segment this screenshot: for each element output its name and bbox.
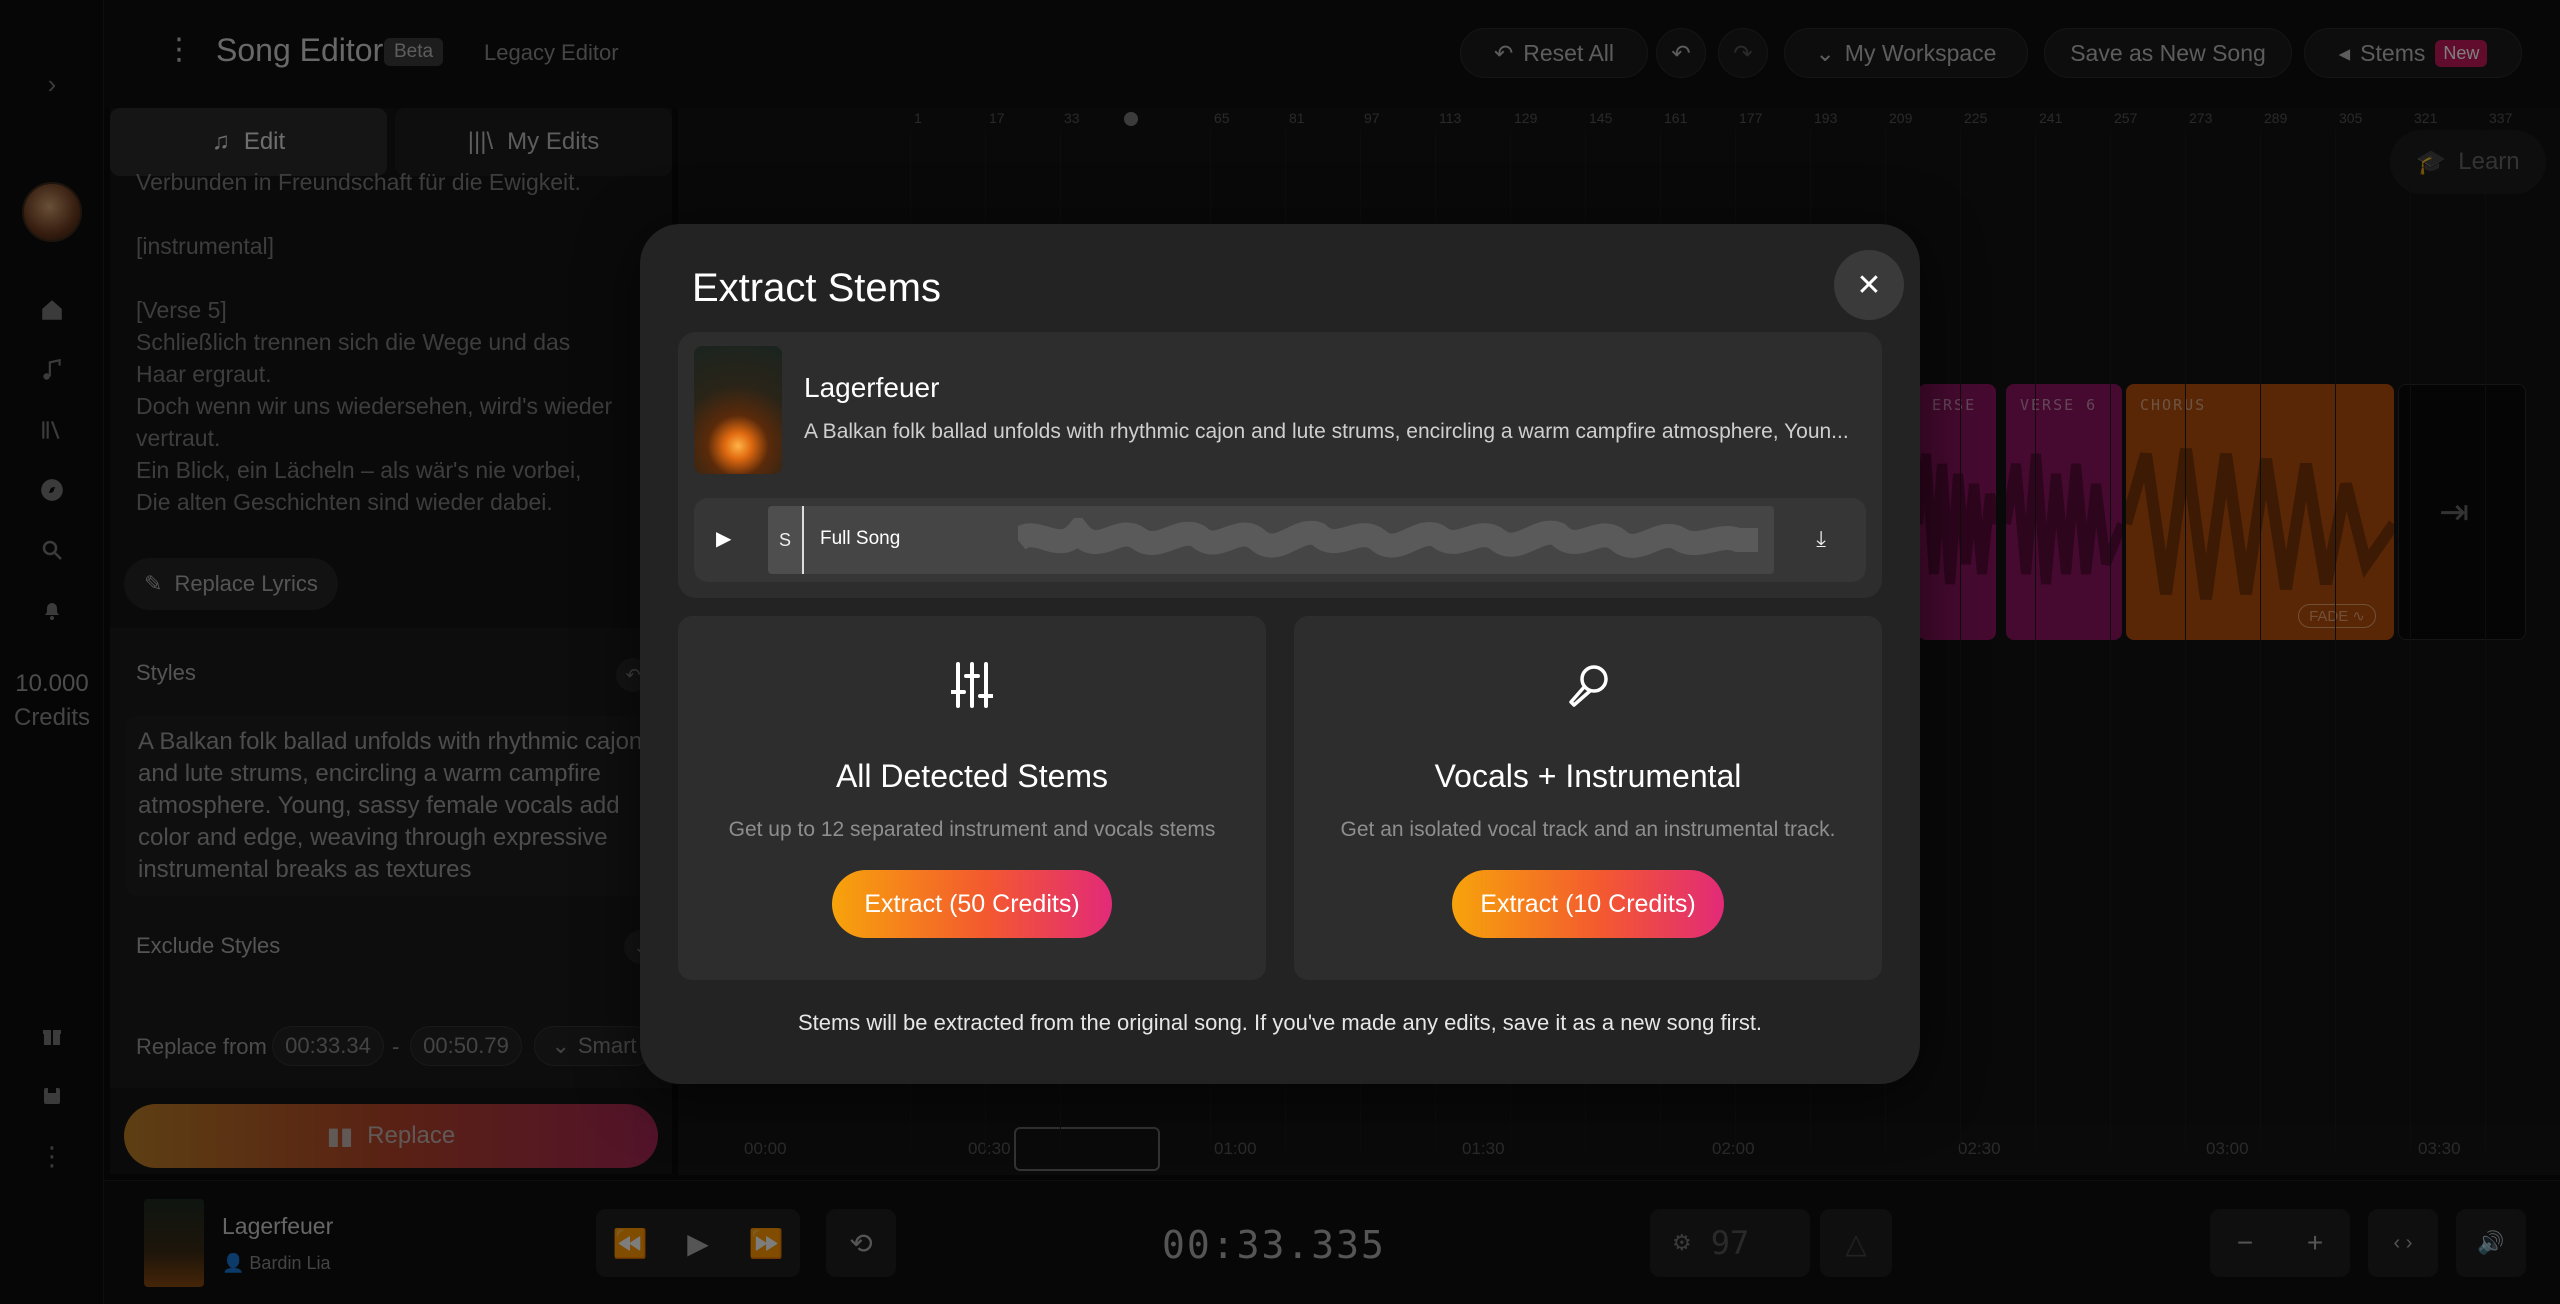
sliders-icon bbox=[678, 662, 1266, 712]
extract-all-stems-button[interactable]: Extract (50 Credits) bbox=[832, 870, 1112, 938]
stem-name: Full Song bbox=[820, 528, 901, 549]
option-vocals-instrumental: Vocals + Instrumental Get an isolated vo… bbox=[1294, 616, 1882, 980]
modal-title: Extract Stems bbox=[692, 266, 941, 310]
option-title: All Detected Stems bbox=[835, 758, 1109, 794]
extract-stems-modal: Extract Stems ✕ Lagerfeuer A Balkan folk… bbox=[640, 224, 1920, 1084]
waveform-shape bbox=[1018, 518, 1758, 558]
option-description: Get an isolated vocal track and an instr… bbox=[1340, 818, 1836, 841]
close-icon: ✕ bbox=[1856, 268, 1882, 302]
song-title: Lagerfeuer bbox=[804, 372, 940, 403]
close-button[interactable]: ✕ bbox=[1834, 250, 1904, 320]
download-icon[interactable]: ⤓ bbox=[1816, 526, 1826, 552]
stem-row: ▶ S Full Song ⤓ bbox=[694, 498, 1866, 582]
option-description: Get up to 12 separated instrument and vo… bbox=[728, 818, 1216, 841]
option-all-stems: All Detected Stems Get up to 12 separate… bbox=[678, 616, 1266, 980]
stem-solo-button[interactable]: S bbox=[768, 506, 804, 574]
microphone-icon bbox=[1294, 662, 1882, 712]
option-title: Vocals + Instrumental bbox=[1434, 758, 1742, 794]
stem-waveform[interactable]: S Full Song bbox=[768, 506, 1774, 574]
extract-vocals-instrumental-button[interactable]: Extract (10 Credits) bbox=[1452, 870, 1724, 938]
modal-footer-note: Stems will be extracted from the origina… bbox=[797, 1010, 1763, 1035]
song-cover bbox=[694, 346, 782, 474]
play-icon[interactable]: ▶ bbox=[716, 526, 731, 551]
song-description: A Balkan folk ballad unfolds with rhythm… bbox=[804, 420, 1849, 443]
song-card: Lagerfeuer A Balkan folk ballad unfolds … bbox=[678, 332, 1882, 598]
app-root: › 10.000 Credits ⋮ ⋮ Song Edi bbox=[0, 0, 2560, 1304]
